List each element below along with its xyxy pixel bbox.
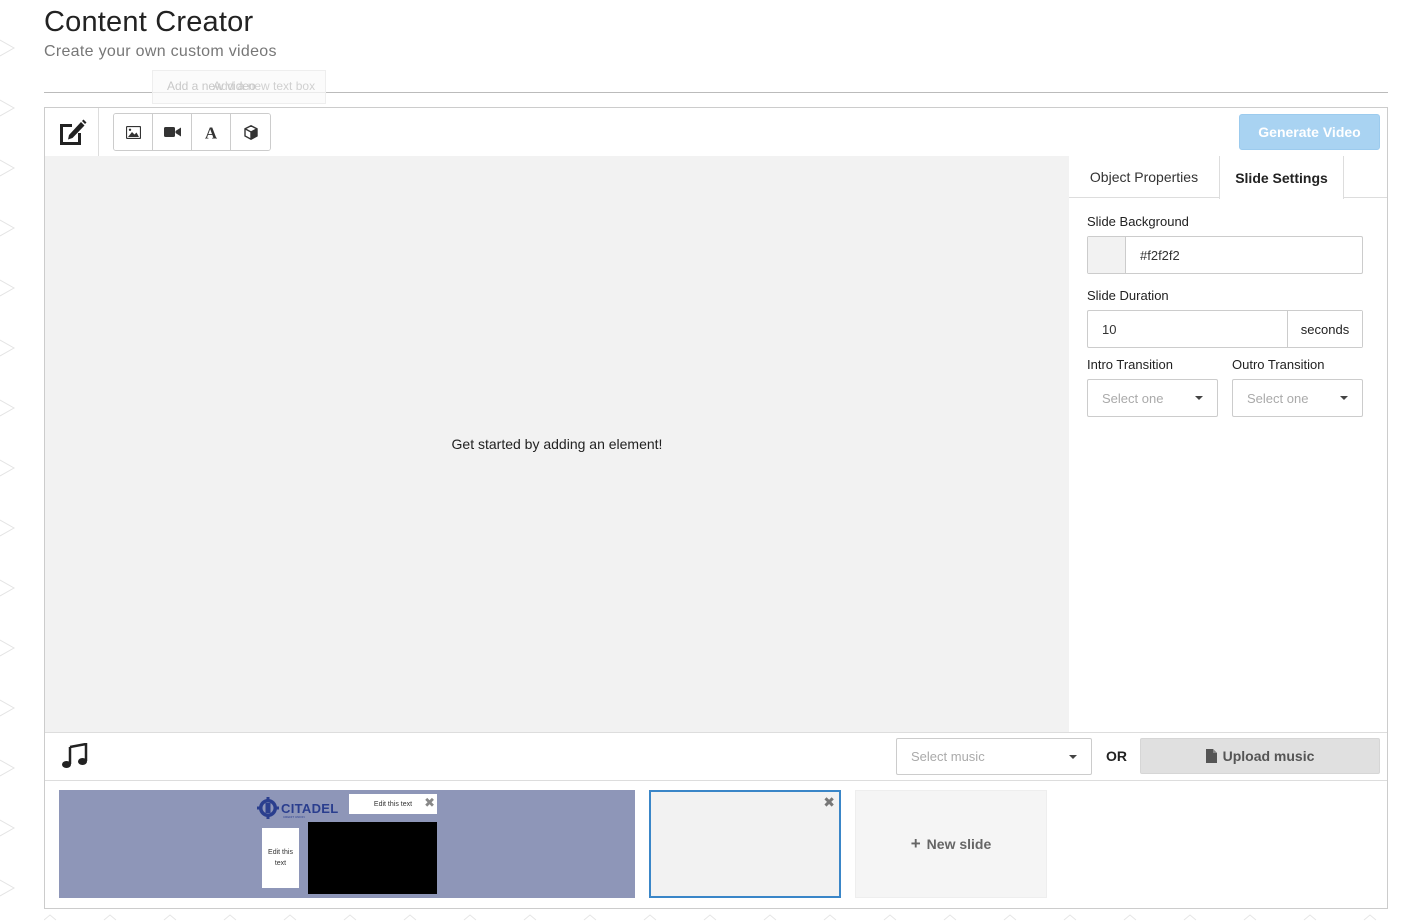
add-video-button[interactable]	[153, 114, 192, 150]
citadel-logo: CITADEL CREDIT UNION	[257, 796, 341, 820]
color-swatch[interactable]	[1088, 237, 1126, 273]
editor-toolbar: A Generate Video	[45, 108, 1387, 156]
music-select-value: Select music	[911, 749, 985, 764]
chevron-down-icon	[1195, 396, 1203, 400]
close-icon: ✖	[424, 795, 435, 810]
content-editor: A Generate Video Get started by adding a…	[44, 107, 1388, 909]
background-pattern	[0, 0, 40, 921]
gear-logo-icon	[257, 797, 279, 819]
new-slide-label: New slide	[926, 836, 992, 852]
thumbnail-text: Edit this text	[373, 800, 413, 808]
add-image-button[interactable]	[114, 114, 153, 150]
duration-unit: seconds	[1287, 311, 1362, 347]
upload-music-label: Upload music	[1222, 748, 1315, 764]
slide-duration-field: seconds	[1087, 310, 1363, 348]
add-text-button[interactable]: A	[192, 114, 231, 150]
chevron-down-icon	[1069, 755, 1077, 759]
slide-background-label: Slide Background	[1087, 214, 1189, 229]
slide-duration-label: Slide Duration	[1087, 288, 1169, 303]
slide-strip: CITADEL CREDIT UNION Edit this text ✖ Ed…	[45, 781, 1387, 908]
intro-transition-value: Select one	[1102, 390, 1164, 406]
intro-transition-label: Intro Transition	[1087, 357, 1173, 372]
page-header: Content Creator Create your own custom v…	[44, 6, 277, 61]
tooltip-text-front: Add a new video	[167, 79, 256, 93]
slide-background-input[interactable]	[1126, 237, 1362, 273]
new-slide-button[interactable]: + New slide	[855, 790, 1047, 898]
cube-icon	[243, 124, 258, 140]
slide-thumbnail[interactable]: CITADEL CREDIT UNION Edit this text ✖ Ed…	[59, 790, 635, 898]
panel-tabs: Object Properties Slide Settings	[1069, 156, 1387, 199]
background-pattern-bottom	[44, 910, 1388, 921]
tab-slide-settings[interactable]: Slide Settings	[1219, 156, 1344, 199]
tab-object-properties[interactable]: Object Properties	[1069, 156, 1219, 198]
music-note-icon	[61, 742, 89, 774]
slide-thumbnail-selected[interactable]: ✖	[649, 790, 841, 898]
page-title: Content Creator	[44, 6, 254, 38]
close-icon[interactable]: ✖	[823, 794, 835, 811]
slide-background-field	[1087, 236, 1363, 274]
upload-music-button[interactable]: Upload music	[1140, 738, 1380, 774]
add-object-button[interactable]	[231, 114, 270, 150]
logo-text: CITADEL	[281, 800, 339, 816]
plus-icon: +	[910, 834, 921, 853]
svg-text:A: A	[205, 125, 218, 140]
edit-icon	[45, 108, 99, 156]
slide-duration-input[interactable]	[1088, 311, 1287, 347]
outro-transition-label: Outro Transition	[1232, 357, 1325, 372]
thumbnail-text-box: Edit this text ✖	[349, 794, 437, 814]
text-icon: A	[205, 125, 218, 140]
thumbnail-video	[308, 822, 437, 894]
image-icon	[125, 125, 141, 139]
file-icon	[1205, 749, 1217, 763]
logo-subtext: CREDIT UNION	[283, 815, 305, 819]
or-label: OR	[1106, 748, 1127, 764]
outro-transition-value: Select one	[1247, 390, 1309, 406]
chevron-down-icon	[1340, 396, 1348, 400]
video-camera-icon	[163, 127, 181, 137]
canvas-hint: Get started by adding an element!	[451, 436, 663, 452]
add-element-tools: A	[113, 113, 271, 151]
intro-transition-select[interactable]: Select one	[1087, 379, 1218, 417]
music-select[interactable]: Select music	[896, 738, 1092, 775]
tooltip: Add a new text box Add a new video	[152, 70, 326, 104]
properties-panel: Object Properties Slide Settings Slide B…	[1069, 156, 1387, 732]
thumbnail-text-box: Edit this text	[262, 828, 299, 888]
generate-video-button[interactable]: Generate Video	[1239, 114, 1380, 150]
outro-transition-select[interactable]: Select one	[1232, 379, 1363, 417]
slide-canvas[interactable]: Get started by adding an element!	[45, 156, 1069, 732]
music-bar: Select music OR Upload music	[45, 732, 1387, 781]
page-subtitle: Create your own custom videos	[44, 43, 277, 60]
